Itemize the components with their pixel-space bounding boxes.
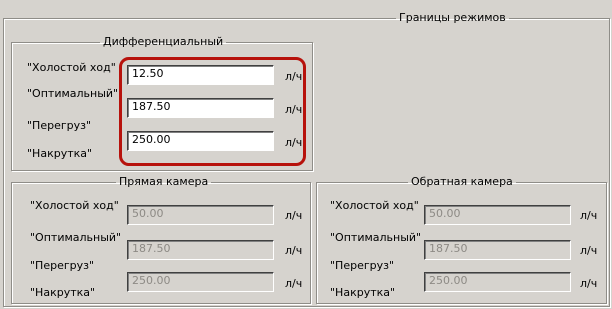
reverse-idle-label: "Холостой ход"	[330, 199, 419, 212]
reverse-chamber-title: Обратная камера	[411, 175, 513, 188]
diff-optimal-unit: л/ч	[285, 103, 303, 116]
direct-idle-unit: л/ч	[285, 209, 303, 222]
diff-idle-unit: л/ч	[285, 70, 303, 83]
settings-panel: Границы режимов Дифференциальный "Холост…	[0, 0, 612, 309]
direct-winding-label: "Накрутка"	[30, 286, 96, 299]
direct-overload-unit: л/ч	[285, 277, 303, 290]
direct-optimal-unit: л/ч	[285, 244, 303, 257]
reverse-winding-label: "Накрутка"	[330, 286, 396, 299]
direct-idle-input[interactable]: 50.00	[127, 205, 274, 225]
diff-overload-input[interactable]: 250.00	[127, 131, 274, 151]
diff-overload-label: "Перегруз"	[27, 119, 92, 132]
reverse-optimal-label: "Оптимальный"	[330, 231, 422, 244]
reverse-optimal-input[interactable]: 187.50	[424, 240, 571, 260]
diff-optimal-label: "Оптимальный"	[27, 87, 119, 100]
direct-overload-input[interactable]: 250.00	[127, 272, 274, 292]
reverse-overload-input[interactable]: 250.00	[424, 272, 571, 292]
diff-overload-unit: л/ч	[285, 136, 303, 149]
reverse-overload-label: "Перегруз"	[330, 259, 395, 272]
reverse-idle-unit: л/ч	[580, 209, 598, 222]
diff-idle-input[interactable]: 12.50	[127, 65, 274, 85]
reverse-overload-unit: л/ч	[580, 277, 598, 290]
direct-optimal-input[interactable]: 187.50	[127, 240, 274, 260]
direct-overload-label: "Перегруз"	[30, 259, 95, 272]
diff-winding-label: "Накрутка"	[27, 147, 93, 160]
differential-title: Дифференциальный	[103, 35, 224, 48]
reverse-idle-input[interactable]: 50.00	[424, 205, 571, 225]
direct-optimal-label: "Оптимальный"	[30, 231, 122, 244]
diff-optimal-input[interactable]: 187.50	[127, 98, 274, 118]
reverse-optimal-unit: л/ч	[580, 244, 598, 257]
mode-limits-title: Границы режимов	[399, 11, 506, 24]
diff-idle-label: "Холостой ход"	[27, 61, 116, 74]
direct-chamber-title: Прямая камера	[119, 175, 209, 188]
direct-idle-label: "Холостой ход"	[30, 199, 119, 212]
